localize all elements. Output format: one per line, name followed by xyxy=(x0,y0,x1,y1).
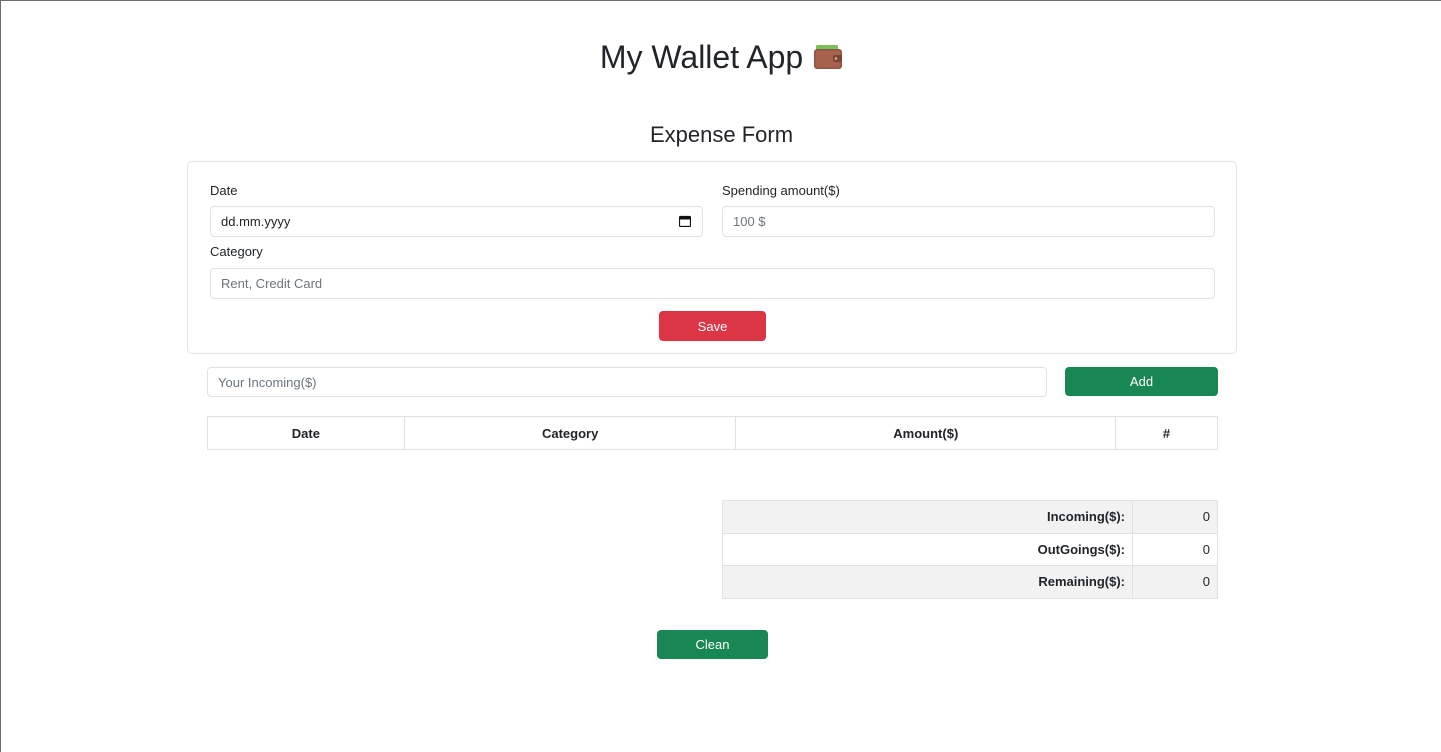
summary-label: Incoming($): xyxy=(722,500,1133,534)
summary-row-outgoings: OutGoings($): 0 xyxy=(722,532,1218,566)
table-header-row: Date Category Amount($) # xyxy=(207,416,1218,450)
summary-row-incoming: Incoming($): 0 xyxy=(722,500,1218,534)
incoming-placeholder: Your Incoming($) xyxy=(218,374,317,390)
summary-value: 0 xyxy=(1132,532,1218,566)
transactions-table: Date Category Amount($) # xyxy=(207,416,1218,450)
column-header-category: Category xyxy=(403,416,737,450)
save-button[interactable]: Save xyxy=(659,311,766,341)
category-placeholder: Rent, Credit Card xyxy=(221,276,323,291)
summary-table: Incoming($): 0 OutGoings($): 0 Remaining… xyxy=(722,500,1218,599)
column-header-date: Date xyxy=(207,416,405,450)
category-label: Category xyxy=(210,244,263,259)
expense-form-card: Date dd.mm.yyyy Spending amount($) 100 $… xyxy=(187,161,1237,354)
summary-label: OutGoings($): xyxy=(722,532,1133,566)
add-button[interactable]: Add xyxy=(1065,367,1218,396)
calendar-icon[interactable] xyxy=(679,215,691,227)
wallet-icon xyxy=(814,45,843,69)
amount-placeholder: 100 $ xyxy=(733,214,766,229)
summary-value: 0 xyxy=(1132,500,1218,534)
page-title-text: My Wallet App xyxy=(599,39,804,75)
date-label: Date xyxy=(210,183,238,198)
expense-form-heading: Expense Form xyxy=(649,122,794,147)
summary-value: 0 xyxy=(1132,565,1218,599)
category-input[interactable]: Rent, Credit Card xyxy=(210,268,1215,299)
summary-label: Remaining($): xyxy=(722,565,1133,599)
date-value: dd.mm.yyyy xyxy=(221,214,291,229)
amount-input[interactable]: 100 $ xyxy=(722,206,1215,237)
incoming-input[interactable]: Your Incoming($) xyxy=(207,367,1047,397)
column-header-actions: # xyxy=(1115,416,1218,450)
date-input[interactable]: dd.mm.yyyy xyxy=(210,206,703,237)
page-title: My Wallet App xyxy=(1,39,1441,76)
clean-button[interactable]: Clean xyxy=(657,630,768,659)
column-header-amount: Amount($) xyxy=(735,416,1117,450)
summary-row-remaining: Remaining($): 0 xyxy=(722,565,1218,599)
amount-label: Spending amount($) xyxy=(722,183,840,198)
